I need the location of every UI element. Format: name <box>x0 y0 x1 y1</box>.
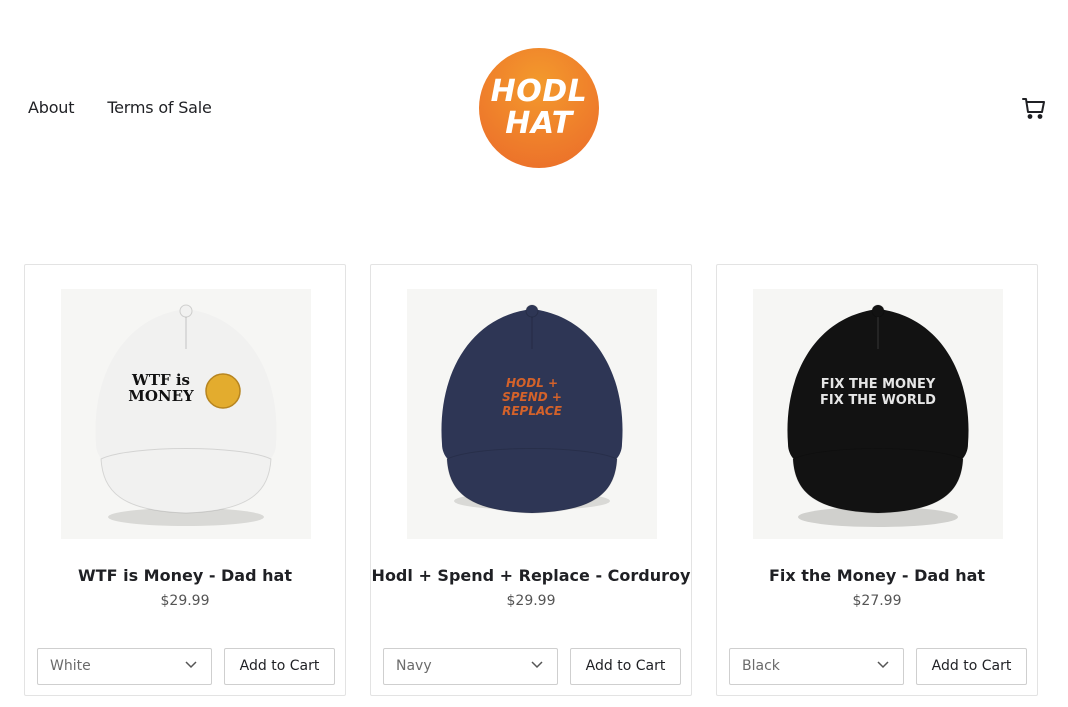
product-image[interactable]: FIX THE MONEY FIX THE WORLD <box>753 289 1003 539</box>
hat-print-line: SPEND + <box>502 390 562 404</box>
chevron-down-icon <box>877 661 889 669</box>
hat-illustration: HODL + SPEND + REPLACE <box>441 304 623 514</box>
product-price: $29.99 <box>506 593 556 609</box>
logo-line-1: HODL <box>490 74 588 109</box>
chevron-down-icon <box>185 661 197 669</box>
main-nav: About Terms of Sale <box>28 98 212 117</box>
hat-print-line: MONEY <box>128 387 194 405</box>
product-grid: WTF is MONEY WTF is Money - Dad hat $29.… <box>24 264 1038 696</box>
hat-illustration: WTF is MONEY <box>95 304 277 526</box>
thinking-emoji-icon <box>205 373 241 409</box>
hat-print-line: REPLACE <box>502 404 563 418</box>
nav-terms-link[interactable]: Terms of Sale <box>107 98 212 117</box>
hat-illustration: FIX THE MONEY FIX THE WORLD <box>787 304 969 527</box>
logo-line-2: HAT <box>505 106 573 141</box>
color-select[interactable]: Black <box>729 648 904 685</box>
product-image[interactable]: WTF is MONEY <box>61 289 311 539</box>
product-title[interactable]: Hodl + Spend + Replace - Corduroy <box>371 566 691 585</box>
hat-print-line: HODL + <box>506 376 558 390</box>
hat-button <box>871 304 885 318</box>
product-card: FIX THE MONEY FIX THE WORLD Fix the Mone… <box>716 264 1038 696</box>
chevron-down-icon <box>531 661 543 669</box>
add-to-cart-button[interactable]: Add to Cart <box>570 648 681 685</box>
product-title[interactable]: WTF is Money - Dad hat <box>25 566 345 585</box>
nav-about-link[interactable]: About <box>28 98 75 117</box>
hat-print-line: FIX THE WORLD <box>820 393 936 408</box>
hat-button <box>179 304 193 318</box>
product-image[interactable]: HODL + SPEND + REPLACE <box>407 289 657 539</box>
add-to-cart-button[interactable]: Add to Cart <box>224 648 335 685</box>
add-to-cart-button[interactable]: Add to Cart <box>916 648 1027 685</box>
color-select-value: White <box>50 658 91 674</box>
color-select-value: Black <box>742 658 780 674</box>
hat-print-line: FIX THE MONEY <box>821 377 936 392</box>
hat-brim <box>792 448 964 514</box>
product-card: WTF is MONEY WTF is Money - Dad hat $29.… <box>24 264 346 696</box>
cart-icon[interactable] <box>1022 96 1046 120</box>
color-select[interactable]: Navy <box>383 648 558 685</box>
hodl-hat-logo[interactable]: HODL HAT <box>479 48 599 168</box>
product-price: $27.99 <box>852 593 902 609</box>
product-title[interactable]: Fix the Money - Dad hat <box>717 566 1037 585</box>
product-price: $29.99 <box>160 593 210 609</box>
color-select-value: Navy <box>396 658 432 674</box>
hat-brim <box>100 448 272 514</box>
hat-button <box>525 304 539 318</box>
product-card: HODL + SPEND + REPLACE Hodl + Spend + Re… <box>370 264 692 696</box>
color-select[interactable]: White <box>37 648 212 685</box>
